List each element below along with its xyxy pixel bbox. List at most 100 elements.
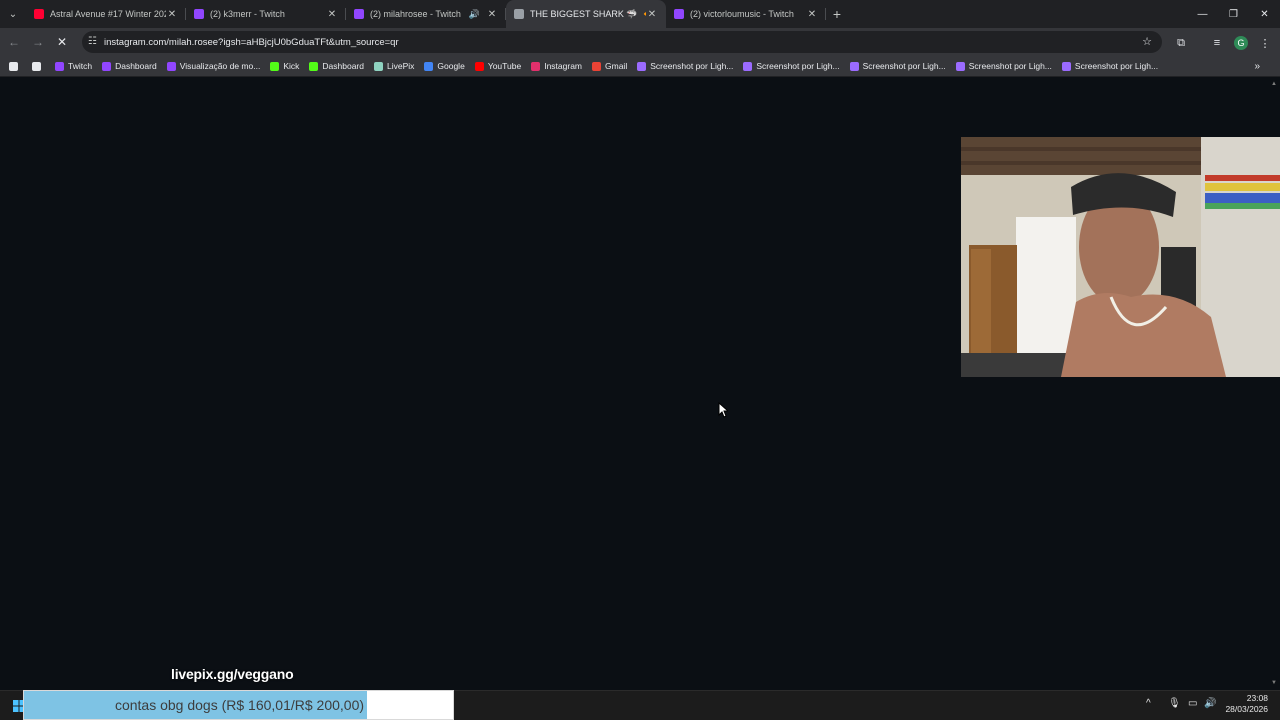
bookmark-label: Screenshot por Ligh... (862, 61, 946, 71)
bookmark-label: YouTube (487, 61, 522, 71)
microphone-icon[interactable]: 🎙 (1168, 698, 1181, 709)
close-tab-icon[interactable]: ✕ (326, 9, 338, 20)
google-icon (424, 61, 434, 71)
bookmark-label: Dashboard (115, 61, 157, 71)
bookmark-item[interactable]: Instagram (526, 56, 587, 77)
youtube-icon (474, 61, 484, 71)
browser-tab[interactable]: Astral Avenue #17 Winter 2026 ✕ (26, 0, 186, 28)
bookmark-star-icon[interactable]: ☆ (1142, 35, 1152, 48)
browser-tab[interactable]: (2) milahrosee - Twitch 🔊 ✕ (346, 0, 506, 28)
clock-date: 28/03/2026 (1225, 704, 1268, 714)
close-icon: ✕ (56, 35, 68, 49)
scroll-up-icon[interactable]: ▲ (1271, 81, 1277, 87)
bookmark-item[interactable]: Gmail (587, 56, 632, 77)
site-info-icon[interactable]: ☷ (88, 36, 97, 47)
browser-tab[interactable]: (2) victorloumusic - Twitch ✕ (666, 0, 826, 28)
profile-button[interactable]: G (1230, 32, 1252, 54)
bookmark-item[interactable]: Screenshot por Ligh... (845, 56, 951, 77)
feather-icon (955, 61, 965, 71)
bookmark-item[interactable]: Visualização de mo... (162, 56, 266, 77)
bookmark-label: Gmail (605, 61, 628, 71)
bookmark-label: Dashboard (322, 61, 364, 71)
stop-loading-button[interactable]: ✕ (50, 30, 74, 54)
volume-icon[interactable]: 🔊 (1204, 698, 1216, 709)
bookmark-item[interactable]: LivePix (369, 56, 419, 77)
menu-kebab-icon[interactable]: ⋮ (1254, 32, 1276, 54)
close-tab-icon[interactable]: ✕ (646, 9, 658, 20)
bookmark-label: Screenshot por Ligh... (756, 61, 840, 71)
forward-button[interactable]: → (26, 30, 50, 54)
bookmark-item[interactable]: Twitch (50, 56, 97, 77)
feather-icon (1061, 61, 1071, 71)
restore-icon[interactable]: ❐ (1218, 0, 1249, 28)
avatar: G (1234, 36, 1248, 50)
tab-divider (825, 8, 826, 20)
new-tab-button[interactable]: + (826, 6, 848, 22)
panel-icon (9, 61, 18, 71)
scroll-down-icon[interactable]: ▼ (1271, 680, 1277, 686)
twitch-icon (354, 9, 364, 19)
arrow-left-icon: ← (8, 35, 20, 49)
webcam-image (961, 137, 1280, 377)
bookmark-item[interactable]: Dashboard (304, 56, 369, 77)
twitch-icon (55, 61, 64, 71)
bookmark-item[interactable]: Screenshot por Ligh... (632, 56, 738, 77)
loading-icon (514, 9, 524, 19)
feather-icon (743, 61, 753, 71)
bookmark-item[interactable]: Screenshot por Ligh... (951, 56, 1057, 77)
minimize-icon[interactable]: — (1187, 0, 1218, 28)
tab-list: Astral Avenue #17 Winter 2026 ✕ (2) k3merr… (26, 0, 826, 28)
bookmark-item[interactable]: Dashboard (97, 56, 162, 77)
youtube-icon (34, 9, 44, 19)
apps-icon (32, 61, 41, 71)
close-tab-icon[interactable]: ✕ (166, 9, 178, 20)
webcam-feed (961, 137, 1280, 377)
tab-title: Astral Avenue #17 Winter 2026 (50, 9, 166, 19)
tab-title: THE BIGGEST SHARK 🦈 🔸 (8 (530, 8, 646, 19)
extensions-icon[interactable]: ⧉ (1170, 32, 1192, 54)
bookmark-label: Screenshot por Ligh... (968, 61, 1052, 71)
twitch-icon (674, 9, 684, 19)
close-tab-icon[interactable]: ✕ (486, 9, 498, 20)
browser-tab[interactable]: THE BIGGEST SHARK 🦈 🔸 (8✕ (506, 0, 666, 28)
close-window-icon[interactable]: ✕ (1249, 0, 1280, 28)
bookmark-label: Screenshot por Ligh... (650, 61, 734, 71)
network-icon[interactable]: ▭ (1188, 698, 1197, 709)
bookmark-label: Twitch (68, 61, 93, 71)
more-bookmarks-icon[interactable]: » (1254, 61, 1260, 72)
livepix-link: livepix.gg/veggano (171, 666, 294, 682)
close-tab-icon[interactable]: ✕ (806, 9, 818, 20)
bookmark-item[interactable]: Kick (265, 56, 304, 77)
tab-title: (2) victorloumusic - Twitch (690, 9, 794, 19)
bookmark-item[interactable]: Screenshot por Ligh... (738, 56, 844, 77)
cursor-arrow-icon (718, 401, 730, 418)
media-controls-icon[interactable]: ≡ (1206, 32, 1228, 54)
tab-search-button[interactable]: ⌄ (0, 0, 26, 28)
tab-strip: ⌄ Astral Avenue #17 Winter 2026 ✕ (2) k3me… (0, 0, 1280, 28)
arrow-right-icon: → (32, 35, 44, 49)
instagram-icon (531, 61, 541, 71)
bookmark-item[interactable]: Google (419, 56, 469, 77)
bookmark-label: Kick (283, 61, 300, 71)
feather-icon (637, 61, 647, 71)
twitch-icon (102, 61, 112, 71)
bookmark-item[interactable]: YouTube (470, 56, 526, 77)
clock-time: 23:08 (1246, 693, 1268, 703)
browser-tab[interactable]: (2) k3merr - Twitch ✕ (186, 0, 346, 28)
chevron-up-icon[interactable]: ^ (1146, 698, 1151, 709)
system-clock[interactable]: 23:08 28/03/2026 (1225, 693, 1268, 715)
side-panel-button[interactable] (4, 56, 27, 77)
bookmark-label: Screenshot por Ligh... (1074, 61, 1159, 71)
twitch-icon (194, 9, 204, 19)
address-bar[interactable]: ☷ instagram.com/milah.rosee?igsh=aHBjcjU… (82, 31, 1162, 53)
back-button[interactable]: ← (2, 30, 26, 54)
window-controls: — ❐ ✕ (1187, 0, 1280, 28)
tab-title: (2) milahrosee - Twitch (370, 9, 461, 19)
bookmark-item[interactable] (27, 56, 50, 77)
tab-title: (2) k3merr - Twitch (210, 9, 285, 19)
donation-goal-bar: contas obg dogs (R$ 160,01/R$ 200,00) (23, 690, 454, 720)
bookmark-item[interactable]: Screenshot por Ligh... (1057, 56, 1163, 77)
bookmark-label: LivePix (386, 61, 415, 71)
tab-audio-icon[interactable]: 🔊 (469, 9, 480, 20)
bookmark-list: Twitch Dashboard Visualização de mo... Kick… (27, 56, 1163, 77)
